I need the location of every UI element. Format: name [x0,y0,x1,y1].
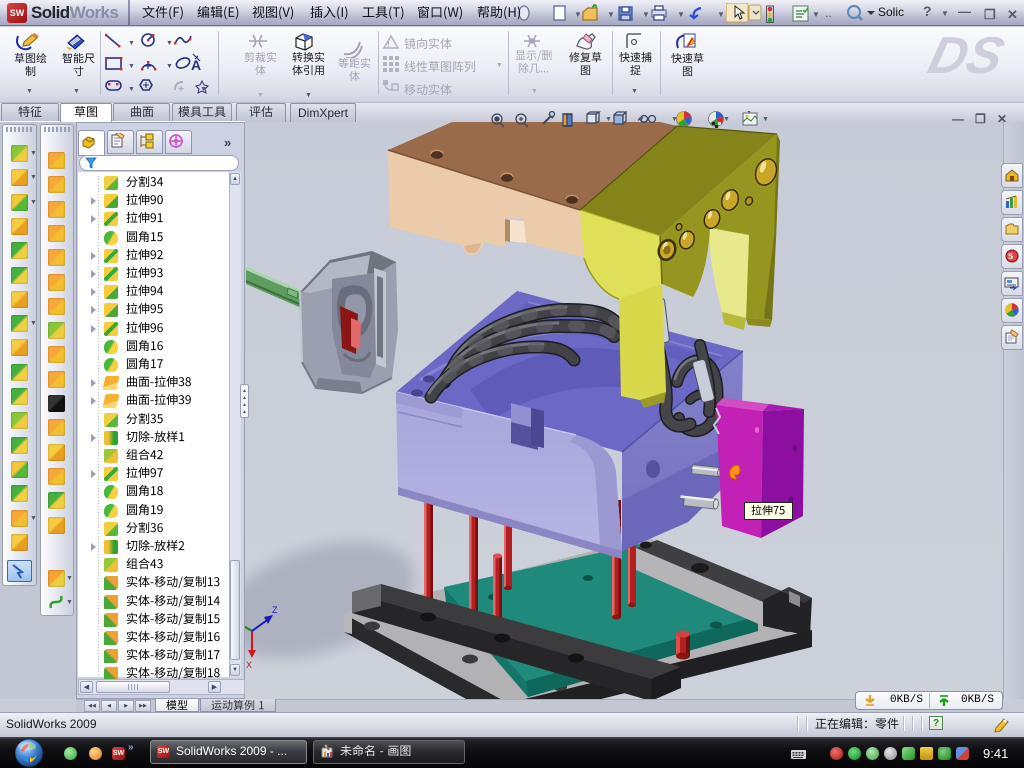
svg-text:Z: Z [272,605,278,615]
svg-text:!: ! [387,39,390,49]
svg-text:S: S [1008,252,1014,261]
svg-text:A: A [191,57,201,73]
svg-text:..: .. [825,6,832,20]
svg-text:X: X [246,660,252,670]
